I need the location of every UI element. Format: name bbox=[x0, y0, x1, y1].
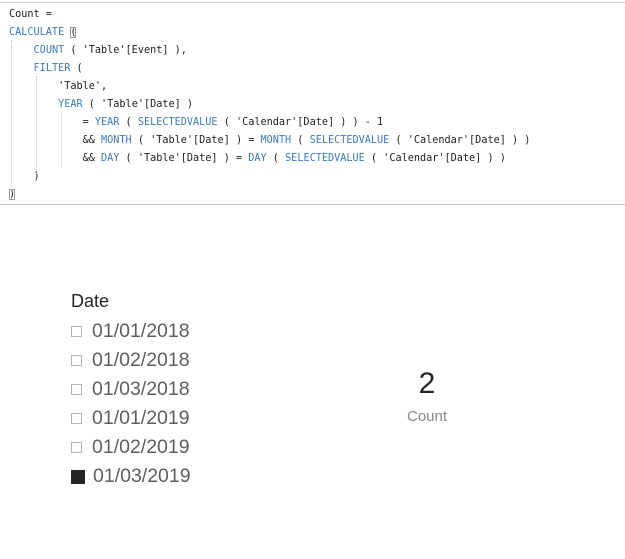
checkbox[interactable] bbox=[71, 469, 85, 484]
code-line: FILTER ( bbox=[9, 60, 83, 78]
code-line: = YEAR ( SELECTEDVALUE ( 'Calendar'[Date… bbox=[9, 114, 384, 132]
code-token: ( 'Table'[Date] ) = bbox=[119, 153, 249, 164]
code-token: ( 'Calendar'[Date] ) ) bbox=[389, 135, 531, 146]
checkbox[interactable] bbox=[71, 355, 82, 366]
dax-function: SELECTEDVALUE bbox=[309, 135, 390, 146]
dax-function: YEAR bbox=[58, 99, 83, 110]
matched-bracket: ) bbox=[9, 189, 16, 200]
slicer-item[interactable]: 01/03/2019 bbox=[71, 462, 291, 491]
dax-function: MONTH bbox=[101, 135, 132, 146]
dax-function: YEAR bbox=[94, 117, 120, 128]
code-token: ( bbox=[70, 63, 83, 74]
code-token: ( 'Calendar'[Date] ) ) - 1 bbox=[217, 117, 384, 128]
indent-guide bbox=[36, 76, 37, 174]
indent-guide bbox=[61, 112, 62, 167]
code-line: && MONTH ( 'Table'[Date] ) = MONTH ( SEL… bbox=[9, 132, 531, 150]
slicer-item-label: 01/02/2019 bbox=[92, 436, 190, 458]
code-line: ) bbox=[9, 186, 16, 204]
code-line: Count = bbox=[9, 6, 52, 24]
slicer-item[interactable]: 01/01/2018 bbox=[71, 317, 291, 346]
code-token: ( 'Table'[Date] ) = bbox=[131, 135, 261, 146]
code-line: 'Table', bbox=[9, 78, 107, 96]
dax-function: DAY bbox=[101, 153, 120, 164]
date-slicer: Date 01/01/2018 01/02/2018 01/03/2018 01… bbox=[71, 288, 291, 491]
checkbox[interactable] bbox=[71, 442, 82, 453]
dax-function: DAY bbox=[248, 153, 267, 164]
dax-formula-editor[interactable]: Count = CALCULATE ( COUNT ( 'Table'[Event… bbox=[0, 2, 625, 205]
code-line: CALCULATE ( bbox=[9, 24, 77, 42]
code-token: && bbox=[9, 153, 102, 164]
slicer-title: Date bbox=[71, 291, 110, 311]
code-token: && bbox=[9, 135, 102, 146]
code-token: ( bbox=[266, 153, 286, 164]
code-token: ( 'Calendar'[Date] ) ) bbox=[364, 153, 506, 164]
slicer-item-label: 01/03/2018 bbox=[92, 378, 190, 400]
slicer-item-label: 01/03/2019 bbox=[93, 465, 191, 487]
code-token: ( 'Table'[Event] ), bbox=[64, 45, 187, 56]
code-token: 'Table', bbox=[9, 81, 108, 92]
dax-function: COUNT bbox=[33, 45, 65, 56]
count-card: 2 Count bbox=[367, 364, 487, 425]
dax-function: SELECTEDVALUE bbox=[285, 153, 365, 164]
slicer-item-label: 01/02/2018 bbox=[92, 349, 190, 371]
slicer-item[interactable]: 01/03/2018 bbox=[71, 375, 291, 404]
slicer-item[interactable]: 01/01/2019 bbox=[71, 404, 291, 433]
code-token: Count = bbox=[9, 9, 52, 20]
checkbox[interactable] bbox=[71, 413, 82, 424]
dax-function: FILTER bbox=[33, 63, 71, 74]
dax-function: CALCULATE bbox=[9, 27, 65, 38]
indent-guide bbox=[11, 40, 12, 192]
code-token: ( bbox=[291, 135, 310, 146]
slicer-item-label: 01/01/2018 bbox=[92, 320, 190, 342]
checkbox[interactable] bbox=[71, 326, 82, 337]
matched-bracket: ( bbox=[70, 27, 77, 38]
dax-function: SELECTEDVALUE bbox=[137, 117, 218, 128]
code-line: && DAY ( 'Table'[Date] ) = DAY ( SELECTE… bbox=[9, 150, 506, 168]
code-token: ( bbox=[119, 117, 138, 128]
dax-function: MONTH bbox=[260, 135, 292, 146]
code-token: = bbox=[9, 117, 95, 128]
checkbox[interactable] bbox=[71, 384, 82, 395]
code-token: ( 'Table'[Date] ) bbox=[82, 99, 194, 110]
slicer-item-label: 01/01/2019 bbox=[92, 407, 190, 429]
slicer-item[interactable]: 01/02/2019 bbox=[71, 433, 291, 462]
slicer-item[interactable]: 01/02/2018 bbox=[71, 346, 291, 375]
card-value: 2 bbox=[418, 367, 436, 400]
code-line: COUNT ( 'Table'[Event] ), bbox=[9, 42, 187, 60]
card-label: Count bbox=[406, 408, 448, 425]
